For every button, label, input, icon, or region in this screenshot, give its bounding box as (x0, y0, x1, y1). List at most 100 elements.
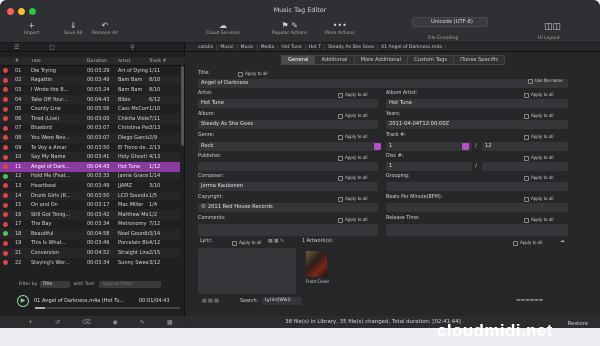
track-apply-all[interactable]: Apply to all (524, 134, 554, 140)
col-artist[interactable]: Artist (118, 59, 149, 64)
table-row[interactable]: 18 Beautiful 00:04:58 Noel Gourdin 3/14 (0, 229, 180, 239)
table-row[interactable]: 03 I Wrote the B... 00:03:24 Bam Bam 8/10 (0, 85, 180, 95)
table-row[interactable]: 02 Ragattin 00:03:49 Bam Bam 8/10 (0, 75, 180, 86)
tab-general[interactable]: General (281, 55, 316, 65)
breadcrumb-item[interactable]: catalin (198, 44, 218, 50)
album-artist-apply-all[interactable]: Apply to all (524, 92, 554, 98)
table-row[interactable]: 22 Staying's Wor... 00:03:34 Sunny Sweeney3… (0, 258, 180, 268)
table-row[interactable]: 13 Heartbeat 00:03:49 JJAMZ 3/10 (0, 181, 180, 191)
trash-icon[interactable]: ⌫ (82, 319, 90, 326)
grouping-apply-all[interactable]: Apply to all (524, 175, 554, 181)
col-track[interactable]: Track # (149, 59, 169, 64)
publisher-apply-all[interactable]: Apply to all (338, 155, 368, 161)
table-row[interactable]: 19 This Is What... 00:03:49 Porcelain Bla..… (0, 239, 180, 249)
table-row[interactable]: 05 County Line 00:05:56 Cass McCom...1/10 (0, 104, 180, 114)
search-icon[interactable]: ⚲ (130, 44, 134, 51)
track-number-field[interactable]: 1 (386, 142, 472, 151)
years-apply-all[interactable]: Apply to all (524, 113, 554, 119)
col-duration[interactable]: Duration (87, 59, 118, 64)
track-total-field[interactable]: 12 (482, 142, 568, 151)
lyrics-search-select[interactable]: Lyrics(Wiki) (262, 297, 302, 305)
composer-field[interactable]: Jorma Kaukonen (198, 182, 378, 191)
table-row[interactable]: 10 Say My Name 00:03:41 Holy Ghost! 4/13 (0, 152, 180, 162)
table-row[interactable]: 11 Angel of Dark... 00:04:43 Hot Tune 1/12 (0, 161, 180, 172)
release-time-field[interactable] (386, 224, 568, 236)
filter-input[interactable]: Type to Filter (98, 280, 161, 288)
bpm-apply-all[interactable]: Apply to all (524, 196, 554, 202)
genre-dropdown-icon[interactable] (374, 143, 381, 150)
tab-additional[interactable]: Additional (315, 55, 355, 65)
album-field[interactable]: Steady As She Goes (198, 120, 378, 129)
artwork-zoom-slider[interactable]: ▬▬▬▬▬▬ (516, 298, 543, 303)
table-row[interactable]: 08 You Were Nev... 00:03:07 Diego Garcia 2/9 (0, 133, 180, 143)
add-icon[interactable]: + (28, 319, 33, 326)
breadcrumb-item[interactable]: Hot Tune (281, 44, 306, 50)
table-row[interactable]: 09 Te Voy a Amar 00:03:50 El Trono de... 2/1… (0, 143, 180, 153)
play-button[interactable]: ▶ (17, 295, 29, 307)
title-field[interactable]: Angel of Darkness (198, 79, 568, 88)
use-file-name-checkbox[interactable]: Use file name (528, 78, 562, 84)
publisher-field[interactable] (198, 162, 378, 171)
table-row[interactable]: 14 Drunk Girls (R... 00:03:50 LCD Sounds...… (0, 190, 180, 201)
tab-custom-tags[interactable]: Custom Tags (408, 55, 455, 65)
composer-apply-all[interactable]: Apply to all (338, 175, 368, 181)
genre-select[interactable]: Rock (198, 142, 378, 151)
lyric-view-icons[interactable]: ▤ ▤ ▤ (202, 299, 219, 304)
cloud-services-button[interactable]: ☁ Cloud Services (206, 20, 240, 36)
breadcrumb-item[interactable]: Hot T (309, 44, 326, 50)
bpm-field[interactable] (386, 203, 568, 212)
table-row[interactable]: 12 Hold Me (Feat... 00:03:33 Jamie Grace 1/1… (0, 171, 180, 182)
copyright-apply-all[interactable]: Apply to all (338, 196, 368, 202)
track-stepper-icon[interactable] (462, 143, 469, 150)
save-all-button[interactable]: ⇓ Save All (64, 20, 82, 36)
import-button[interactable]: + Import (24, 20, 39, 36)
comments-apply-all[interactable]: Apply to all (338, 217, 368, 223)
release-apply-all[interactable]: Apply to all (524, 217, 554, 223)
breadcrumb-item[interactable]: Steady As She Goes (328, 44, 379, 50)
artwork-thumbnail[interactable] (306, 251, 327, 277)
album-artist-field[interactable]: Hot Tune (386, 99, 568, 108)
list-view-icon[interactable]: ☰ (14, 44, 19, 51)
table-row[interactable]: 17 The Bay 00:03:34 Metronomy 7/12 (0, 220, 180, 230)
folder-icon[interactable]: □ (49, 44, 55, 51)
col-title[interactable]: Title (31, 59, 87, 64)
filter-by-select[interactable]: Title (40, 280, 71, 288)
artist-apply-all[interactable]: Apply to all (338, 92, 368, 98)
edit-icon[interactable]: ✎ (140, 319, 145, 326)
playback-progress[interactable] (35, 307, 180, 309)
more-actions-button[interactable]: ••• More Actions (325, 20, 355, 36)
remove-all-button[interactable]: ↶ Remove All (92, 20, 118, 36)
artwork-add-icon[interactable]: ☁ (560, 239, 565, 244)
breadcrumb-item[interactable]: Music (241, 44, 258, 50)
lyric-tools-icon[interactable]: ▩ ▦ ✎ (268, 239, 284, 244)
genre-apply-all[interactable]: Apply to all (338, 134, 368, 140)
comments-field[interactable] (198, 224, 378, 236)
lyric-apply-all[interactable]: Apply to all (232, 240, 262, 246)
encoding-select[interactable]: Unicode (UTF-8) (412, 17, 488, 27)
table-row[interactable]: 15 On and On 00:03:17 Mac Miller 1/4 (0, 200, 180, 210)
breadcrumb-item[interactable]: 01 Angel of Darkness.m4a (381, 44, 447, 50)
tab-more-additional[interactable]: More Additional (354, 55, 409, 65)
disc-apply-all[interactable]: Apply to all (524, 155, 554, 161)
title-apply-all[interactable]: Apply to all (238, 71, 268, 77)
years-field[interactable]: 2011-04-04T12:00:00Z (386, 120, 568, 129)
tab-itunes-specific[interactable]: iTunes Specific (454, 55, 506, 65)
copyright-field[interactable]: © 2011 Red House Records (198, 203, 378, 212)
delete-icon[interactable]: ↺ (55, 319, 60, 326)
table-row[interactable]: 01 Die Trying 00:03:29 Art of Dying 1/11 (0, 66, 180, 76)
album-apply-all[interactable]: Apply to all (338, 113, 368, 119)
col-number[interactable]: # (15, 59, 31, 64)
artwork-apply-all[interactable]: Apply to all (513, 240, 543, 246)
ui-layout-icon[interactable]: ◫◫ (544, 22, 561, 32)
grouping-field[interactable] (386, 182, 568, 191)
breadcrumb-item[interactable]: Music (220, 44, 238, 50)
breadcrumb-item[interactable]: Media (261, 44, 279, 50)
lyric-field[interactable] (198, 248, 296, 294)
table-row[interactable]: 07 Bluebird 00:03:07 Christina Perri3/13 (0, 124, 180, 134)
list-scrollbar[interactable] (181, 66, 184, 146)
disc-number-field[interactable]: 1 (386, 162, 472, 171)
table-row[interactable]: 21 Conversion 00:04:52 Straight Line...2/15 (0, 248, 180, 258)
table-row[interactable]: 06 Tired (Live) 00:03:00 Chikita Viole...7/… (0, 113, 180, 124)
artist-field[interactable]: Hot Tune (198, 99, 378, 108)
disc-total-field[interactable] (482, 162, 568, 171)
